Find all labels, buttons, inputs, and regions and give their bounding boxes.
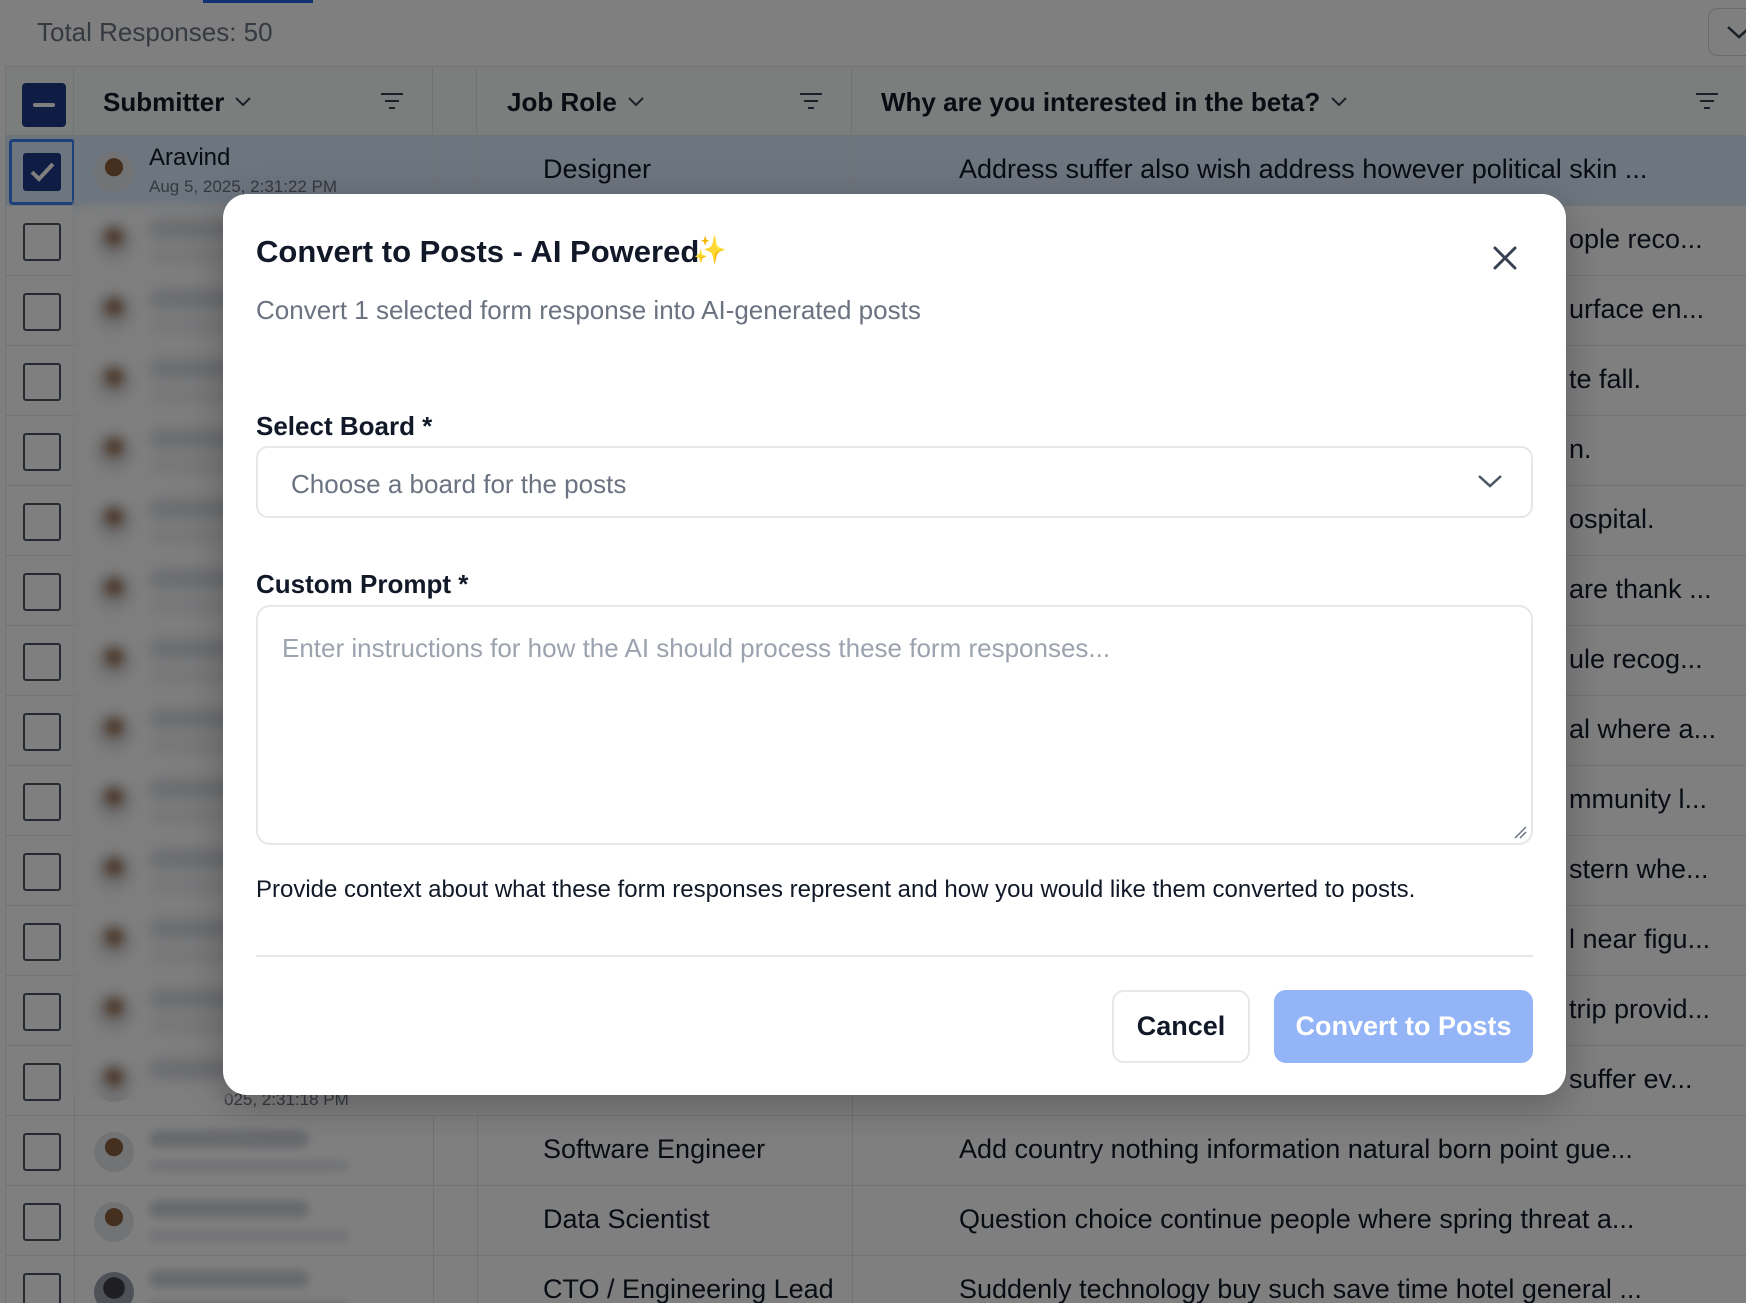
custom-prompt-textarea[interactable] [256, 605, 1533, 845]
convert-to-posts-dialog: Convert to Posts - AI Powered ✨ Convert … [223, 194, 1566, 1095]
close-icon [1493, 246, 1517, 270]
board-select[interactable]: Choose a board for the posts [256, 446, 1533, 518]
select-board-label: Select Board * [256, 411, 433, 441]
convert-to-posts-button[interactable]: Convert to Posts [1274, 990, 1533, 1063]
board-select-placeholder: Choose a board for the posts [291, 469, 627, 499]
dialog-subtitle: Convert 1 selected form response into AI… [256, 295, 921, 325]
dialog-title: Convert to Posts - AI Powered [256, 234, 700, 269]
blur-strip [72, 200, 232, 1100]
close-button[interactable] [1485, 238, 1525, 278]
cancel-button[interactable]: Cancel [1112, 990, 1250, 1063]
custom-prompt-label: Custom Prompt * [256, 569, 469, 599]
resize-handle-icon[interactable] [1513, 825, 1527, 839]
sparkle-icon: ✨ [693, 235, 727, 265]
footer-divider [256, 955, 1533, 957]
prompt-help-text: Provide context about what these form re… [256, 876, 1416, 903]
chevron-down-icon [1478, 475, 1502, 488]
